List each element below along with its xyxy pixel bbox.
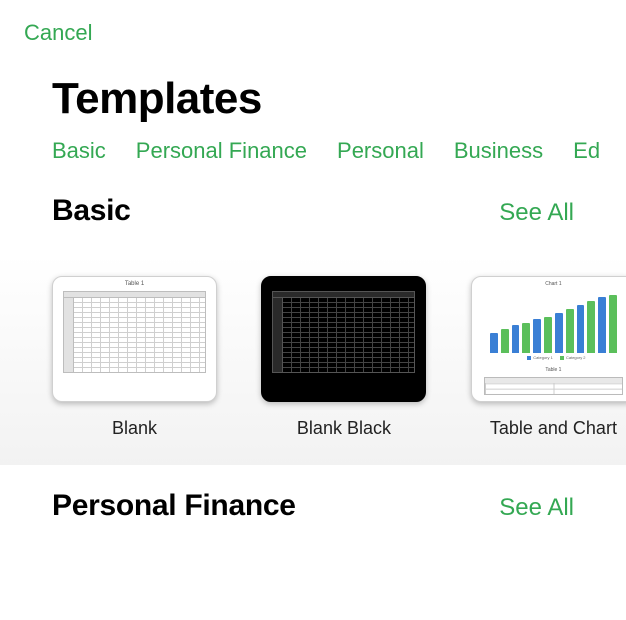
tab-personal[interactable]: Personal: [337, 138, 424, 164]
template-row-basic[interactable]: Table 1 Blank Blank Black Chart 1 Catego…: [0, 246, 626, 465]
template-table-and-chart[interactable]: Chart 1 Category 1 Category 2 Table 1 Ta…: [471, 276, 626, 439]
page-title: Templates: [0, 54, 626, 138]
section-heading: Basic: [52, 194, 131, 228]
templates-chooser: Cancel Templates Basic Personal Finance …: [0, 0, 626, 620]
template-blank-black[interactable]: Blank Black: [261, 276, 426, 439]
top-bar: Cancel: [0, 0, 626, 54]
see-all-basic[interactable]: See All: [499, 199, 574, 227]
see-all-personal-finance[interactable]: See All: [499, 494, 574, 522]
category-tabs: Basic Personal Finance Personal Business…: [0, 138, 626, 188]
section-heading: Personal Finance: [52, 489, 296, 523]
cancel-button[interactable]: Cancel: [24, 20, 92, 46]
template-thumbnail: Chart 1 Category 1 Category 2 Table 1: [471, 276, 626, 402]
tab-education[interactable]: Ed: [573, 138, 600, 164]
template-label: Table and Chart: [471, 418, 626, 439]
section-header-personal-finance: Personal Finance See All: [0, 465, 626, 541]
tab-basic[interactable]: Basic: [52, 138, 106, 164]
section-header-basic: Basic See All: [0, 188, 626, 246]
template-thumbnail: Table 1: [52, 276, 217, 402]
template-blank[interactable]: Table 1 Blank: [52, 276, 217, 439]
template-thumbnail: [261, 276, 426, 402]
template-label: Blank Black: [261, 418, 426, 439]
template-label: Blank: [52, 418, 217, 439]
tab-business[interactable]: Business: [454, 138, 543, 164]
tab-personal-finance[interactable]: Personal Finance: [136, 138, 307, 164]
